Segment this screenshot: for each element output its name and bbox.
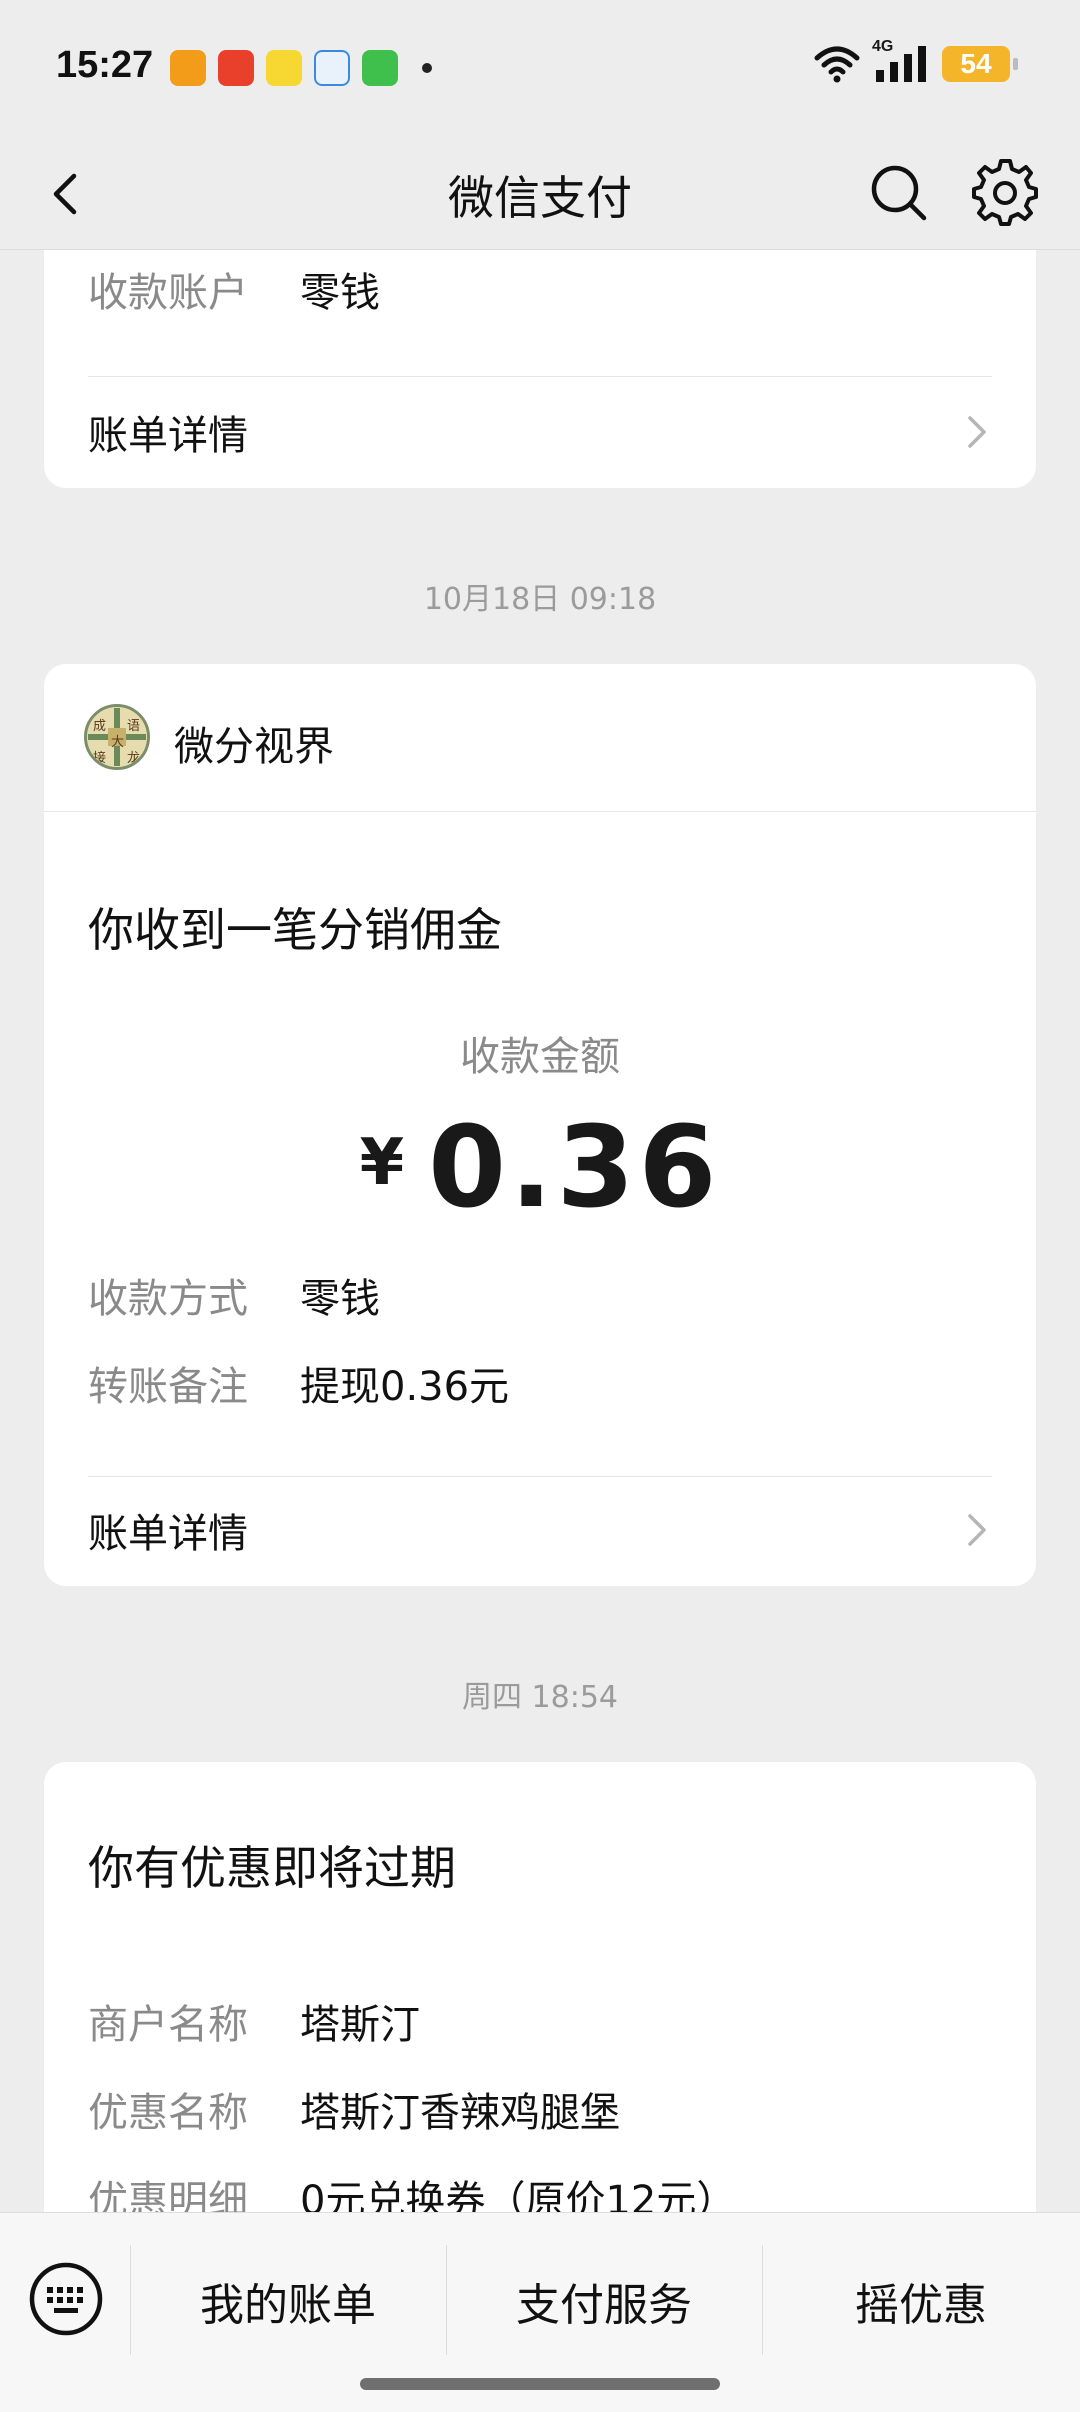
amount-value: 0.36 bbox=[428, 1103, 721, 1233]
more-notifications-icon bbox=[422, 63, 432, 73]
message-app-icon bbox=[362, 50, 398, 86]
commission-card[interactable]: 成 语 大 接 龙 微分视界 你收到一笔分销佣金 收款金额 ¥ 0.36 收款方… bbox=[44, 664, 1036, 1586]
transfer-note-label: 转账备注 bbox=[88, 1364, 248, 1410]
settings-gear-icon[interactable] bbox=[968, 156, 1042, 230]
merchant-name: 微分视界 bbox=[174, 724, 334, 770]
account-label: 收款账户 bbox=[88, 270, 248, 316]
bill-detail-link[interactable]: 账单详情 bbox=[88, 392, 992, 472]
account-row: 收款账户 零钱 bbox=[88, 260, 380, 318]
logo-char-4: 接 bbox=[93, 751, 107, 766]
payment-services-menu[interactable]: 支付服务 bbox=[446, 2265, 762, 2337]
signal-icon: 4G bbox=[872, 38, 932, 84]
merchant-header[interactable]: 成 语 大 接 龙 微分视界 bbox=[44, 664, 1036, 812]
coupon-name-value: 塔斯汀香辣鸡腿堡 bbox=[300, 2090, 620, 2136]
bill-detail-label: 账单详情 bbox=[88, 413, 248, 459]
account-value: 零钱 bbox=[300, 270, 380, 316]
merchant-value: 塔斯汀 bbox=[300, 2002, 420, 2048]
rabbit-app-icon bbox=[266, 50, 302, 86]
merchant-label: 商户名称 bbox=[88, 2002, 248, 2048]
amount-label: 收款金额 bbox=[460, 1034, 620, 1080]
status-time: 15:27 bbox=[56, 44, 154, 86]
search-app-icon bbox=[314, 50, 350, 86]
divider bbox=[88, 376, 992, 377]
message-timestamp: 周四 18:54 bbox=[462, 1680, 618, 1715]
wifi-icon bbox=[814, 46, 860, 83]
payment-method-value: 零钱 bbox=[300, 1276, 380, 1322]
transfer-note-row: 转账备注 提现0.36元 bbox=[88, 1354, 509, 1412]
amount-display: ¥ 0.36 bbox=[44, 1112, 1036, 1224]
my-bills-menu[interactable]: 我的账单 bbox=[130, 2265, 446, 2337]
coupon-name-row: 优惠名称 塔斯汀香辣鸡腿堡 bbox=[88, 2080, 620, 2138]
chevron-right-icon bbox=[968, 416, 986, 448]
merchant-row: 商户名称 塔斯汀 bbox=[88, 1992, 420, 2050]
transaction-card-previous: 收款账户 零钱 账单详情 bbox=[44, 250, 1036, 488]
logo-char-1: 成 bbox=[93, 719, 107, 734]
status-bar: 15:27 4G 54 bbox=[0, 0, 1080, 140]
bill-detail-label: 账单详情 bbox=[88, 1511, 248, 1557]
transfer-note-value: 提现0.36元 bbox=[300, 1364, 510, 1410]
divider bbox=[88, 1476, 992, 1477]
message-timestamp: 10月18日 09:18 bbox=[423, 582, 657, 617]
merchant-logo: 成 语 大 接 龙 bbox=[84, 704, 150, 770]
payment-method-row: 收款方式 零钱 bbox=[88, 1266, 380, 1324]
logo-char-2: 语 bbox=[127, 719, 141, 734]
shopping-app-icon bbox=[218, 50, 254, 86]
notification-icons bbox=[170, 50, 432, 86]
keyboard-icon[interactable] bbox=[28, 2261, 104, 2337]
status-right: 4G 54 bbox=[812, 38, 1018, 84]
logo-char-5: 龙 bbox=[127, 751, 141, 766]
home-indicator[interactable] bbox=[360, 2378, 720, 2390]
card-title: 你有优惠即将过期 bbox=[88, 1841, 456, 1895]
coupon-name-label: 优惠名称 bbox=[88, 2090, 248, 2136]
bill-detail-link[interactable]: 账单详情 bbox=[88, 1490, 992, 1570]
nav-bar: 微信支付 bbox=[0, 140, 1080, 250]
card-title: 你收到一笔分销佣金 bbox=[88, 903, 502, 957]
logo-char-3: 大 bbox=[111, 735, 125, 750]
chevron-right-icon bbox=[968, 1514, 986, 1546]
battery-icon: 54 bbox=[942, 46, 1018, 82]
currency-symbol: ¥ bbox=[359, 1126, 405, 1200]
shake-discount-menu[interactable]: 摇优惠 bbox=[762, 2265, 1080, 2337]
video-app-icon bbox=[170, 50, 206, 86]
payment-method-label: 收款方式 bbox=[88, 1276, 248, 1322]
coupon-card[interactable]: 你有优惠即将过期 商户名称 塔斯汀 优惠名称 塔斯汀香辣鸡腿堡 优惠明细 0元兑… bbox=[44, 1762, 1036, 2242]
search-icon[interactable] bbox=[864, 158, 934, 228]
